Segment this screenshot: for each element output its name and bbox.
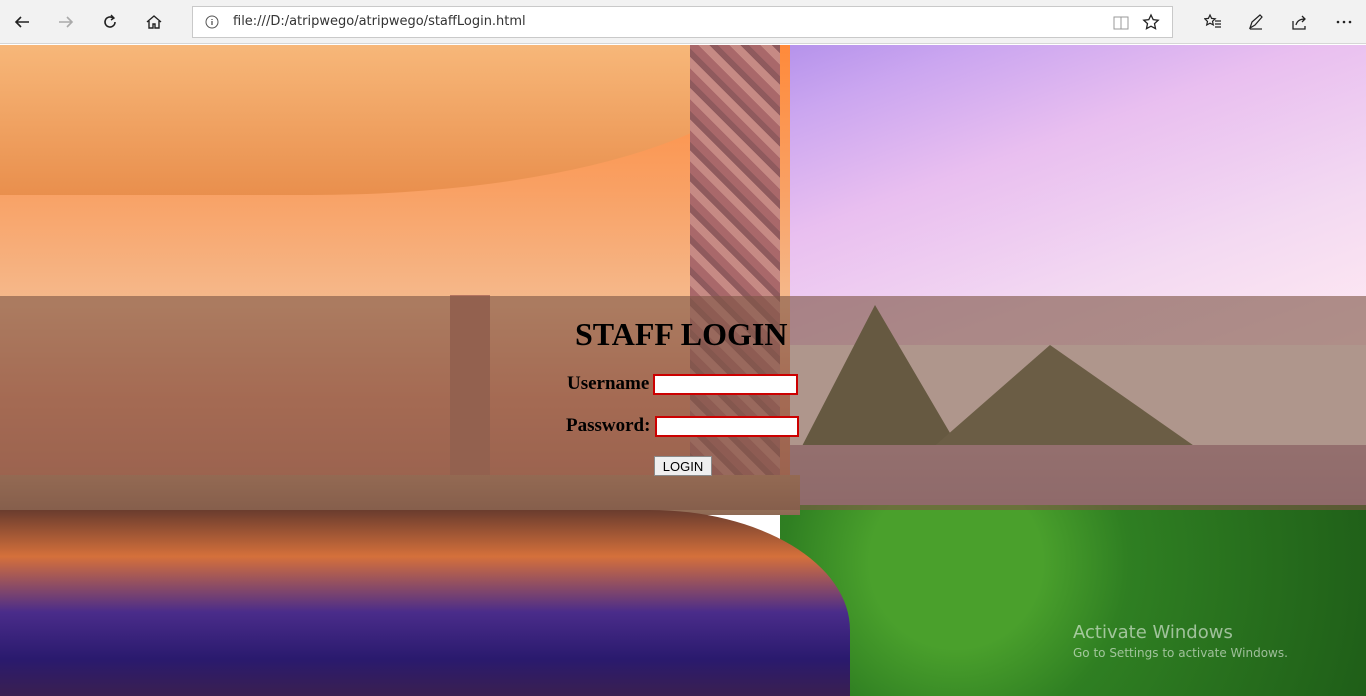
password-field[interactable] xyxy=(655,416,799,437)
forward-icon[interactable] xyxy=(50,6,82,38)
address-bar[interactable]: file:///D:/atripwego/atripwego/staffLogi… xyxy=(192,6,1173,38)
more-icon[interactable] xyxy=(1328,6,1360,38)
refresh-icon[interactable] xyxy=(94,6,126,38)
background-forest xyxy=(780,505,1366,696)
page-content: STAFF LOGIN Username Password: LOGIN Act… xyxy=(0,45,1366,696)
info-icon[interactable] xyxy=(205,15,219,29)
password-label: Password: xyxy=(566,415,651,436)
browser-toolbar: file:///D:/atripwego/atripwego/staffLogi… xyxy=(0,0,1366,44)
share-icon[interactable] xyxy=(1283,6,1315,38)
activate-windows-title: Activate Windows xyxy=(1073,622,1233,643)
url-text[interactable]: file:///D:/atripwego/atripwego/staffLogi… xyxy=(233,14,526,29)
pen-icon[interactable] xyxy=(1240,6,1272,38)
home-icon[interactable] xyxy=(138,6,170,38)
username-label: Username xyxy=(567,373,650,394)
activate-windows-subtitle: Go to Settings to activate Windows. xyxy=(1073,646,1288,660)
login-button[interactable]: LOGIN xyxy=(654,456,712,476)
favorites-icon[interactable] xyxy=(1197,6,1229,38)
favorite-star-icon[interactable] xyxy=(1142,13,1160,31)
page-title: STAFF LOGIN xyxy=(575,316,788,352)
username-field[interactable] xyxy=(653,374,798,395)
back-icon[interactable] xyxy=(6,6,38,38)
background-pool xyxy=(0,510,850,696)
reading-view-icon[interactable] xyxy=(1112,14,1130,32)
login-panel: STAFF LOGIN Username Password: LOGIN xyxy=(0,296,1366,510)
